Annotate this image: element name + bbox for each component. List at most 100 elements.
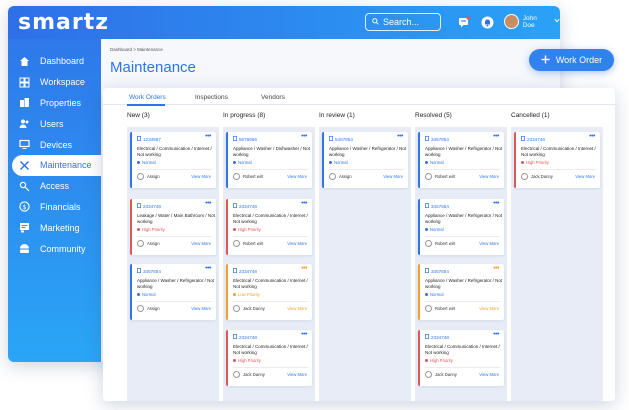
view-more-link[interactable]: View More	[287, 306, 307, 311]
work-order-card[interactable]: 1234567 ••• Electrical / Communication / I…	[130, 132, 216, 188]
card-id[interactable]: 3457654	[137, 268, 161, 274]
more-options-icon[interactable]: •••	[205, 133, 211, 140]
work-order-card[interactable]: 5467654 ••• Appliance / Washer / Refrigera…	[322, 132, 408, 188]
assignee[interactable]: Robert wirt	[425, 305, 455, 312]
work-order-card[interactable]: 2334748 ••• Electrical / Communication / I…	[226, 199, 312, 255]
card-id[interactable]: 2334748	[425, 334, 449, 340]
work-order-card[interactable]: 3457654 ••• Appliance / Washer / Refrigera…	[418, 132, 504, 188]
more-options-icon[interactable]: •••	[301, 331, 307, 338]
assignee[interactable]: Jack Danny	[425, 371, 457, 378]
sidebar-item-maintenance[interactable]: Maintenance	[12, 154, 101, 176]
card-id-text: 5467654	[335, 136, 353, 142]
sidebar-item-properties[interactable]: Properties	[8, 93, 101, 114]
view-more-link[interactable]: View More	[575, 174, 595, 179]
card-id[interactable]: 5467654	[329, 136, 353, 142]
more-options-icon[interactable]: •••	[301, 200, 307, 207]
assignee[interactable]: Assign	[137, 173, 160, 180]
grid-icon	[18, 76, 30, 88]
more-options-icon[interactable]: •••	[493, 265, 499, 272]
sidebar-item-community[interactable]: Community	[8, 238, 101, 259]
assignee-name: Jack Danny	[435, 372, 457, 377]
assignee-name: Jack Danny	[243, 306, 265, 311]
sidebar-item-dashboard[interactable]: Dashboard	[8, 51, 101, 72]
view-more-link[interactable]: View More	[191, 174, 211, 179]
view-more-link[interactable]: View More	[287, 241, 307, 246]
view-more-link[interactable]: View More	[479, 306, 499, 311]
search-placeholder: Search...	[383, 17, 420, 27]
view-more-link[interactable]: View More	[287, 372, 307, 377]
assignee-avatar-icon	[137, 240, 144, 247]
priority-dot-icon	[329, 161, 332, 164]
more-options-icon[interactable]: •••	[493, 331, 499, 338]
more-options-icon[interactable]: •••	[493, 200, 499, 207]
assignee[interactable]: Robert wirt	[233, 240, 263, 247]
sidebar-item-marketing[interactable]: Marketing	[8, 217, 101, 238]
card-id[interactable]: 2334748	[233, 268, 257, 274]
add-work-order-button[interactable]: Work Order	[529, 49, 614, 71]
view-more-link[interactable]: View More	[479, 241, 499, 246]
view-more-link[interactable]: View More	[479, 174, 499, 179]
work-order-card[interactable]: 2334748 ••• Leakage / Water / Main Bathroo…	[130, 199, 216, 255]
more-options-icon[interactable]: •••	[205, 265, 211, 272]
priority-dot-icon	[425, 228, 428, 231]
view-more-link[interactable]: View More	[191, 241, 211, 246]
card-id[interactable]: 3457654	[425, 203, 449, 209]
sidebar-item-users[interactable]: Users	[8, 113, 101, 134]
breadcrumb[interactable]: Dashboard > Maintenance	[110, 47, 163, 52]
ticket-icon	[329, 136, 333, 142]
more-options-icon[interactable]: •••	[301, 265, 307, 272]
more-options-icon[interactable]: •••	[205, 200, 211, 207]
card-id[interactable]: 2334748	[233, 334, 257, 340]
assignee[interactable]: Assign	[137, 305, 160, 312]
assignee[interactable]: Robert wirt	[425, 173, 455, 180]
assignee[interactable]: Jack Danny	[521, 173, 553, 180]
app-logo[interactable]: smartz	[18, 10, 109, 35]
assignee[interactable]: Robert wirt	[425, 240, 455, 247]
user-menu[interactable]: John Doe	[504, 14, 560, 29]
assignee[interactable]: Assign	[137, 240, 160, 247]
card-id[interactable]: 2334748	[521, 136, 545, 142]
card-divider	[233, 236, 308, 237]
search-input[interactable]: Search...	[365, 13, 441, 31]
card-id[interactable]: 2334748	[233, 203, 257, 209]
work-order-card[interactable]: 2334748 ••• Electrical / Communication / I…	[226, 264, 312, 320]
work-order-card[interactable]: 3457654 ••• Appliance / Washer / Refrigera…	[130, 264, 216, 320]
more-options-icon[interactable]: •••	[301, 133, 307, 140]
work-order-card[interactable]: 5678656 ••• Appliance / Washer / Dishwashe…	[226, 132, 312, 188]
tab-vendors[interactable]: Vendors	[261, 94, 285, 101]
assignee[interactable]: Jack Danny	[233, 371, 265, 378]
sidebar-item-devices[interactable]: Devices	[8, 134, 101, 155]
card-id[interactable]: 5678656	[233, 136, 257, 142]
assignee-avatar-icon	[137, 173, 144, 180]
notification-icon[interactable]	[480, 15, 494, 29]
work-order-card[interactable]: 3457654 ••• Appliance / Washer / Refrigera…	[418, 264, 504, 320]
assignee[interactable]: Robert wirt	[233, 173, 263, 180]
work-order-card[interactable]: 3457654 ••• Appliance / Washer / Refrigera…	[418, 199, 504, 255]
card-id[interactable]: 3457654	[425, 268, 449, 274]
assignee[interactable]: Assign	[329, 173, 352, 180]
assignee[interactable]: Jack Danny	[233, 305, 265, 312]
work-order-card[interactable]: 2334748 ••• Electrical / Communication / I…	[226, 330, 312, 386]
sidebar-item-workspace[interactable]: Workspace	[8, 72, 101, 93]
priority-label: Normal	[137, 160, 156, 165]
work-order-card[interactable]: 2334748 ••• Electrical / Communication / I…	[514, 132, 600, 188]
view-more-link[interactable]: View More	[287, 174, 307, 179]
user-name: John Doe	[522, 14, 537, 29]
view-more-link[interactable]: View More	[383, 174, 403, 179]
work-order-card[interactable]: 2334748 ••• Electrical / Communication / I…	[418, 330, 504, 386]
more-options-icon[interactable]: •••	[493, 133, 499, 140]
view-more-link[interactable]: View More	[191, 306, 211, 311]
messages-icon[interactable]	[457, 15, 471, 29]
card-id[interactable]: 2334748	[137, 203, 161, 209]
tab-inspections[interactable]: Inspections	[195, 94, 228, 101]
view-more-link[interactable]: View More	[479, 372, 499, 377]
more-options-icon[interactable]: •••	[589, 133, 595, 140]
ticket-icon	[137, 268, 141, 274]
priority-dot-icon	[137, 293, 140, 296]
sidebar-item-access[interactable]: Access	[8, 176, 101, 197]
card-id[interactable]: 1234567	[137, 136, 161, 142]
card-id[interactable]: 3457654	[425, 136, 449, 142]
tab-work-orders[interactable]: Work Orders	[129, 94, 166, 101]
sidebar-item-financials[interactable]: $ Financials	[8, 197, 101, 218]
more-options-icon[interactable]: •••	[397, 133, 403, 140]
